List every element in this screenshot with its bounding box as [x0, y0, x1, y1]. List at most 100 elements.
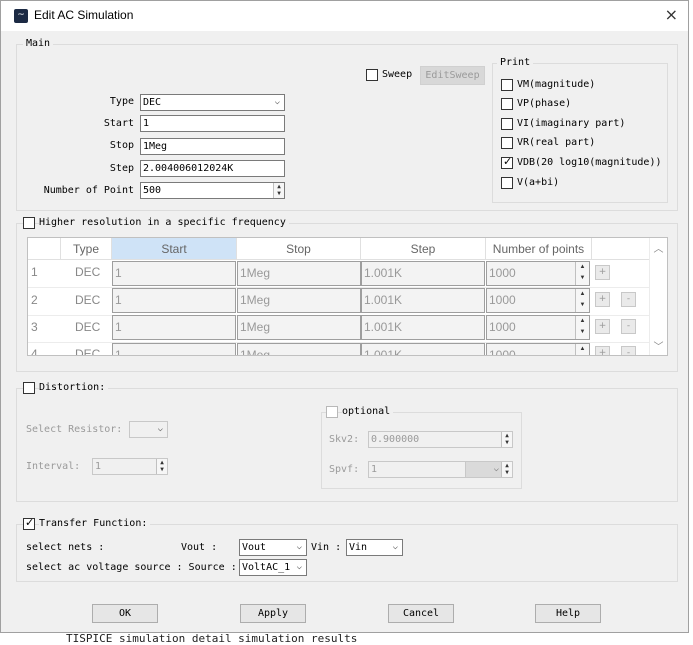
spin-arrows-icon[interactable]: ▲▼: [575, 289, 589, 312]
remove-row-button[interactable]: -: [621, 346, 636, 355]
vi-checkbox[interactable]: [501, 118, 513, 130]
table-scrollbar[interactable]: ︿ ﹀: [649, 238, 667, 355]
spin-arrows-icon[interactable]: ▲▼: [501, 432, 512, 447]
skv2-label: Skv2:: [329, 434, 360, 445]
interval-stepper[interactable]: 1 ▲ ▼: [92, 458, 168, 475]
row-type[interactable]: DEC: [75, 288, 100, 315]
optional-checkbox[interactable]: [326, 406, 338, 418]
step-label: Step: [109, 163, 134, 174]
edit-sweep-button[interactable]: EditSweep: [420, 66, 485, 85]
sweep-label: Sweep: [382, 69, 413, 80]
transfer-checkbox[interactable]: ✓: [23, 516, 35, 530]
checkmark-icon: ✓: [25, 516, 35, 529]
scroll-down-icon[interactable]: ﹀: [650, 338, 667, 353]
vout-select[interactable]: Vout ⌵: [239, 539, 307, 556]
spvf-unit-dropdown[interactable]: ⌵: [465, 462, 502, 477]
optional-label: optional: [342, 406, 394, 417]
stop-input[interactable]: 1Meg: [140, 138, 285, 155]
spvf-value: 1: [371, 464, 378, 475]
row-stop-input[interactable]: 1Meg: [237, 261, 361, 286]
add-row-button[interactable]: +: [595, 292, 610, 307]
vab-checkbox[interactable]: [501, 177, 513, 189]
remove-row-button[interactable]: -: [621, 292, 636, 307]
background-text: TISPICE simulation detail simulation res…: [66, 632, 358, 645]
frequency-table: Type Start Stop Step Number of points 1 …: [27, 237, 668, 356]
chevron-down-icon: ⌵: [157, 424, 163, 434]
points-value: 500: [143, 185, 162, 196]
points-stepper[interactable]: 500 ▲ ▼: [140, 182, 285, 199]
resistor-select[interactable]: ⌵: [129, 421, 168, 438]
ok-button[interactable]: OK: [92, 604, 158, 623]
row-stop-input[interactable]: 1Meg: [237, 315, 361, 340]
spvf-stepper[interactable]: 1 ⌵ ▲ ▼: [368, 461, 513, 478]
row-type[interactable]: DEC: [75, 342, 100, 355]
row-points-stepper[interactable]: 1000 ▲▼: [486, 315, 590, 340]
help-button[interactable]: Help: [535, 604, 601, 623]
row-step-input[interactable]: 1.001K: [361, 288, 485, 313]
column-header-stop[interactable]: Stop: [237, 238, 361, 260]
checkmark-icon: ✓: [503, 155, 513, 168]
row-points-stepper[interactable]: 1000 ▲▼: [486, 343, 590, 355]
vm-label: VM(magnitude): [517, 79, 596, 90]
row-type[interactable]: DEC: [75, 315, 100, 342]
vp-label: VP(phase): [517, 98, 572, 109]
row-step-input[interactable]: 1.001K: [361, 261, 485, 286]
row-step-input[interactable]: 1.001K: [361, 343, 485, 355]
row-start-input[interactable]: 1: [112, 343, 236, 355]
vr-checkbox[interactable]: [501, 137, 513, 149]
row-start-input[interactable]: 1: [112, 288, 236, 313]
vdb-label: VDB(20 log10(magnitude)): [517, 157, 662, 168]
column-header-start[interactable]: Start: [112, 238, 237, 260]
vin-value: Vin: [349, 542, 368, 553]
main-legend: Main: [23, 38, 54, 49]
close-icon[interactable]: ×: [665, 5, 678, 24]
chevron-down-icon: ⌵: [274, 97, 280, 107]
row-stop-input[interactable]: 1Meg: [237, 288, 361, 313]
type-select[interactable]: DEC ⌵: [140, 94, 285, 111]
distortion-label: Distortion:: [39, 382, 109, 393]
column-header-index: [28, 238, 61, 260]
vp-checkbox[interactable]: [501, 98, 513, 110]
cancel-button[interactable]: Cancel: [388, 604, 454, 623]
vdb-checkbox[interactable]: ✓: [501, 155, 513, 169]
spin-arrows-icon[interactable]: ▲▼: [273, 183, 284, 198]
app-icon: ~: [14, 9, 28, 23]
add-row-button[interactable]: +: [595, 265, 610, 280]
row-points-stepper[interactable]: 1000 ▲▼: [486, 288, 590, 313]
step-input[interactable]: 2.004006012024K: [140, 160, 285, 177]
row-type[interactable]: DEC: [75, 260, 100, 287]
add-row-button[interactable]: +: [595, 319, 610, 334]
column-header-step[interactable]: Step: [361, 238, 486, 260]
interval-value: 1: [95, 461, 102, 472]
source-value: VoltAC_1: [242, 562, 291, 573]
sweep-checkbox[interactable]: [366, 69, 378, 81]
source-select[interactable]: VoltAC_1 ⌵: [239, 559, 307, 576]
remove-row-button[interactable]: -: [621, 319, 636, 334]
skv2-stepper[interactable]: 0.900000 ▲ ▼: [368, 431, 513, 448]
vin-label: Vin :: [311, 542, 342, 553]
row-step-input[interactable]: 1.001K: [361, 315, 485, 340]
distortion-checkbox[interactable]: [23, 382, 35, 394]
higher-res-checkbox[interactable]: [23, 217, 35, 229]
row-number: 1: [31, 265, 38, 279]
spin-arrows-icon[interactable]: ▲▼: [575, 316, 589, 339]
chevron-down-icon: ⌵: [392, 542, 398, 552]
spin-arrows-icon[interactable]: ▲▼: [156, 459, 167, 474]
spin-arrows-icon[interactable]: ▲▼: [575, 262, 589, 285]
start-input[interactable]: 1: [140, 115, 285, 132]
row-start-input[interactable]: 1: [112, 261, 236, 286]
add-row-button[interactable]: +: [595, 346, 610, 355]
vm-checkbox[interactable]: [501, 79, 513, 91]
apply-button[interactable]: Apply: [240, 604, 306, 623]
spin-arrows-icon[interactable]: ▲▼: [575, 344, 589, 355]
row-stop-input[interactable]: 1Meg: [237, 343, 361, 355]
start-label: Start: [103, 118, 134, 129]
vin-select[interactable]: Vin ⌵: [346, 539, 403, 556]
select-nets-label: select nets :: [26, 542, 105, 553]
spin-arrows-icon[interactable]: ▲▼: [501, 462, 512, 477]
row-start-input[interactable]: 1: [112, 315, 236, 340]
scroll-up-icon[interactable]: ︿: [650, 240, 667, 255]
column-header-points[interactable]: Number of points: [486, 238, 592, 260]
chevron-down-icon: ⌵: [493, 464, 499, 474]
row-points-stepper[interactable]: 1000 ▲▼: [486, 261, 590, 286]
